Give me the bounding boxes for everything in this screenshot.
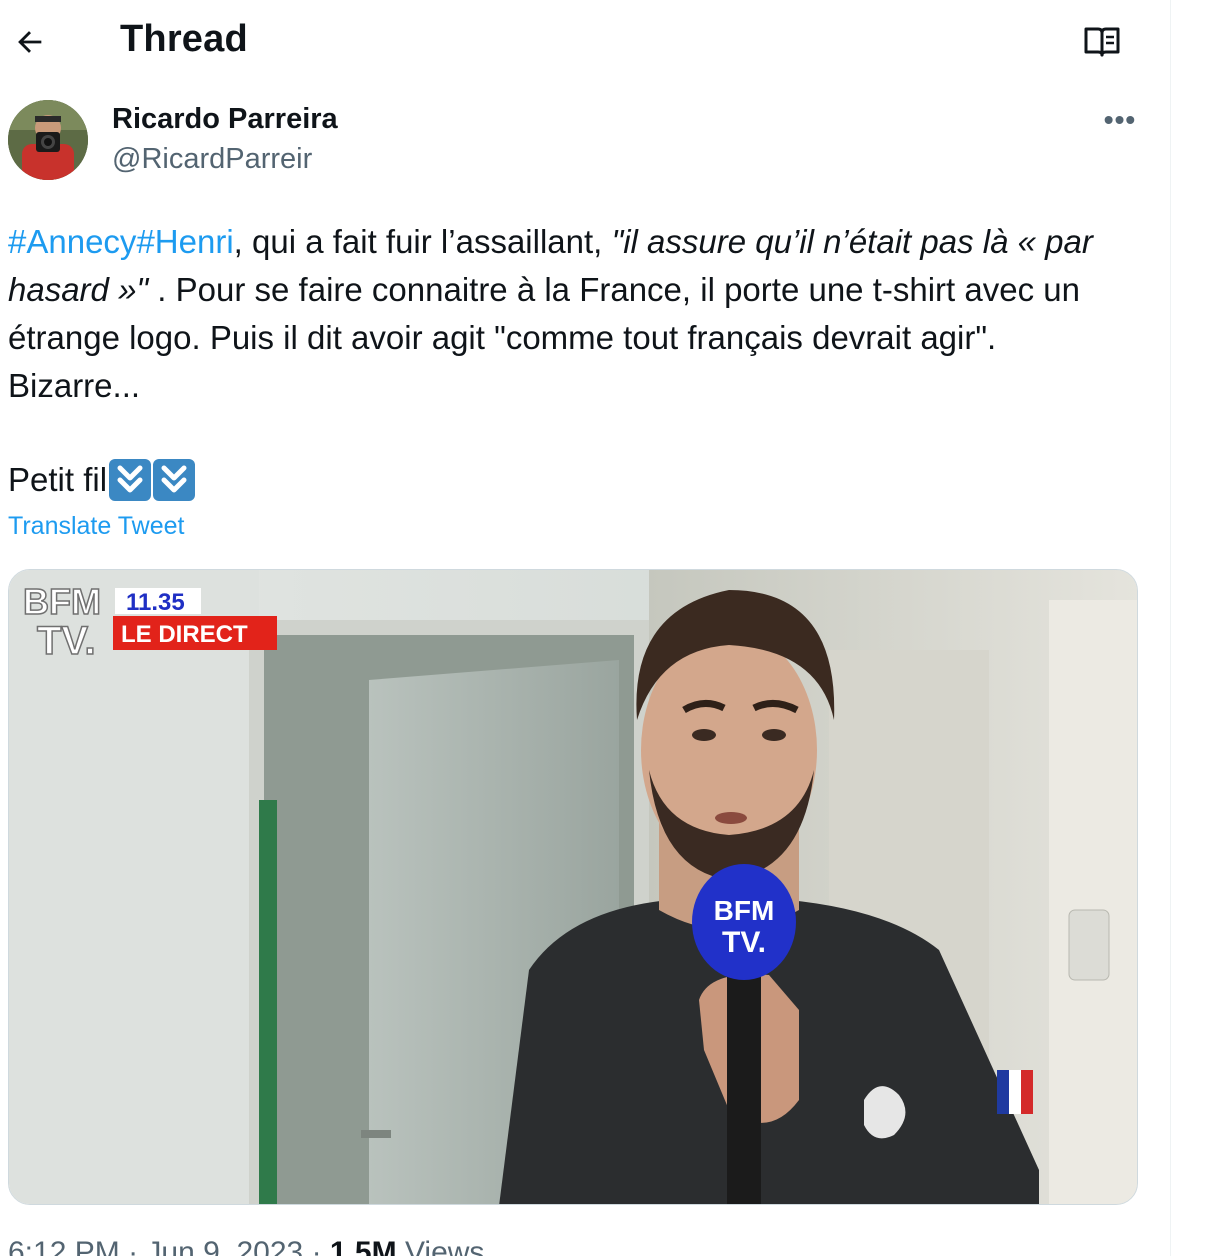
tweet-date[interactable]: Jun 9, 2023 — [146, 1236, 303, 1256]
hashtag-henri[interactable]: #Henri — [136, 223, 233, 260]
petit-fil-text: Petit fil — [8, 461, 108, 498]
channel-logo-bottom: TV. — [37, 619, 96, 663]
author-name[interactable]: Ricardo Parreira — [112, 103, 338, 136]
thread-intro: Petit fil — [8, 456, 196, 504]
tweet-time[interactable]: 6:12 PM — [8, 1236, 120, 1256]
tweet-metadata: 6:12 PM · Jun 9, 2023 · 1.5M Views — [8, 1236, 484, 1256]
column-divider — [1170, 0, 1171, 1256]
more-dots-icon: ••• — [1103, 104, 1137, 135]
views-count: 1.5M — [329, 1236, 397, 1256]
tweet-text-part2: . Pour se faire connaitre à la France, i… — [8, 271, 1080, 404]
open-book-icon — [1084, 27, 1120, 57]
mic-logo-top: BFM — [714, 895, 775, 926]
thread-header: Thread — [0, 0, 1170, 84]
page-title: Thread — [120, 18, 248, 60]
meta-separator: · — [128, 1236, 139, 1256]
back-button[interactable] — [8, 20, 52, 64]
live-label: LE DIRECT — [121, 621, 248, 648]
avatar[interactable] — [8, 100, 88, 180]
tweet-text-part1: , qui a fait fuir l’assaillant, — [233, 223, 612, 260]
double-down-arrow-icon — [109, 459, 152, 501]
views-label: Views — [404, 1236, 485, 1256]
channel-logo-top: BFM — [23, 581, 101, 622]
arrow-left-icon — [18, 31, 42, 53]
hashtag-annecy[interactable]: #Annecy — [8, 223, 136, 260]
mic-logo-bottom: TV. — [722, 926, 766, 959]
meta-separator: · — [311, 1236, 322, 1256]
translate-tweet-link[interactable]: Translate Tweet — [8, 512, 184, 541]
tweet-media-image[interactable]: BFM TV. BFM TV. 11.35 LE DIRECT — [8, 569, 1138, 1205]
more-options-button[interactable]: ••• — [1100, 104, 1140, 136]
broadcast-time: 11.35 — [126, 589, 185, 616]
tweet-text: #Annecy#Henri, qui a fait fuir l’assaill… — [8, 218, 1128, 410]
author-handle[interactable]: @RicardParreir — [112, 143, 312, 176]
double-down-arrow-icon — [153, 459, 196, 501]
reader-mode-button[interactable] — [1078, 20, 1126, 64]
avatar-photo — [8, 100, 88, 180]
